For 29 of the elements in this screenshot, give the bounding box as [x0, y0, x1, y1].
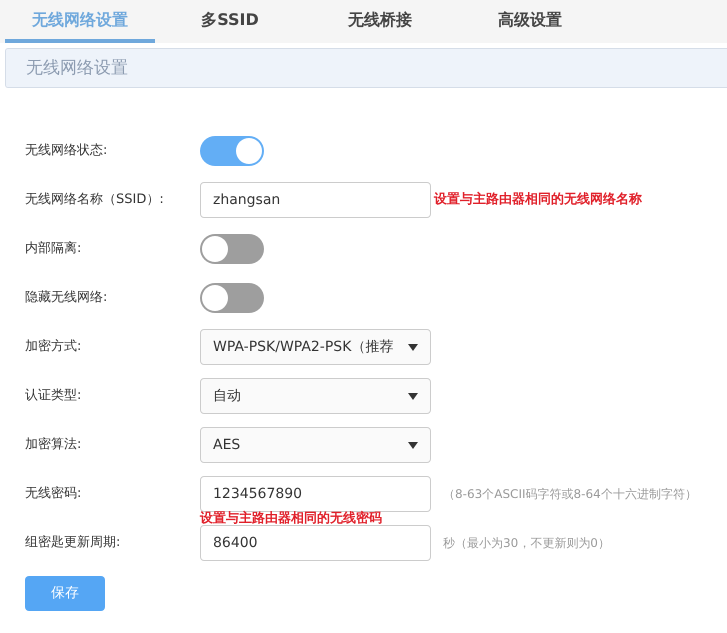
toggle-switch[interactable]	[200, 283, 264, 313]
dropdown[interactable]: 自动	[200, 378, 431, 414]
field-label: 加密算法:	[25, 436, 82, 454]
annotation-text: 设置与主路由器相同的无线密码	[200, 510, 382, 528]
toggle-switch[interactable]	[200, 136, 264, 166]
caret-icon	[408, 442, 418, 448]
caret-icon	[408, 392, 418, 400]
field-label: 无线密码:	[25, 485, 82, 504]
tab[interactable]: 高级设置	[455, 0, 605, 43]
input-field[interactable]: 86400	[200, 525, 431, 561]
section-header: 无线网络设置	[5, 48, 727, 88]
input-field[interactable]: 1234567890	[200, 476, 431, 512]
tab[interactable]: 无线桥接	[305, 0, 455, 43]
field-label: 无线网络状态:	[25, 142, 108, 160]
dropdown[interactable]: WPA-PSK/WPA2-PSK（推荐	[200, 329, 431, 365]
field-label: 无线网络名称（SSID）:	[25, 191, 165, 210]
tab[interactable]: 多SSID	[155, 0, 305, 43]
field-label: 认证类型:	[25, 387, 82, 406]
annotation-text: 设置与主路由器相同的无线网络名称	[434, 190, 642, 210]
field-label: 组密匙更新周期:	[25, 534, 122, 552]
hint-text: 秒（最小为30，不更新则为0）	[443, 535, 610, 552]
input-field[interactable]: zhangsan	[200, 182, 431, 218]
field-label: 隐藏无线网络:	[25, 289, 108, 308]
field-label: 内部隔离:	[25, 240, 82, 258]
hint-text: （8-63个ASCII码字符或8-64个十六进制字符）	[443, 486, 697, 503]
field-label: 加密方式:	[25, 338, 82, 356]
toggle-switch[interactable]	[200, 234, 264, 264]
dropdown[interactable]: AES	[200, 427, 431, 463]
caret-icon	[408, 344, 418, 350]
